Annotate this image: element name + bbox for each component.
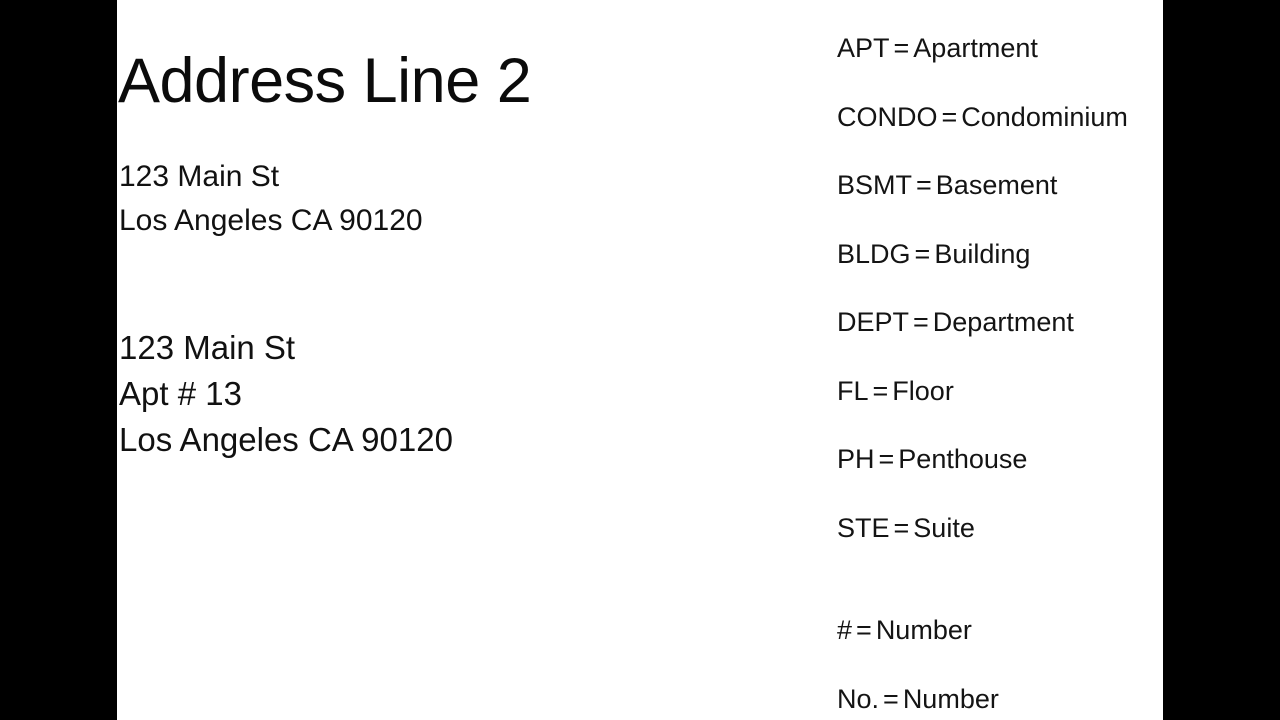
abbreviation-equals: = bbox=[914, 239, 931, 269]
left-content-column: Address Line 2 123 Main St Los Angeles C… bbox=[118, 0, 818, 720]
abbreviation-equals: = bbox=[878, 444, 895, 474]
abbreviation-equals: = bbox=[856, 615, 872, 645]
abbreviation-term: CONDO bbox=[837, 102, 938, 132]
abbreviation-definition: Building bbox=[934, 239, 1031, 269]
abbreviation-term: No. bbox=[837, 684, 880, 714]
address-line-street: 123 Main St bbox=[119, 329, 296, 366]
abbreviation-item-ste: STE = Suite bbox=[837, 513, 975, 543]
abbreviation-equals: = bbox=[893, 33, 910, 63]
abbreviation-definition: Number bbox=[875, 615, 972, 645]
abbreviation-item-fl: FL = Floor bbox=[837, 376, 954, 406]
abbreviation-definition: Floor bbox=[892, 376, 954, 406]
abbreviation-term: APT bbox=[837, 33, 890, 63]
abbreviation-term: # bbox=[837, 615, 853, 645]
address-line-street: 123 Main St bbox=[119, 160, 280, 193]
abbreviation-term: PH bbox=[837, 444, 875, 474]
abbreviation-equals: = bbox=[913, 307, 929, 337]
address-example-without-unit: 123 Main St Los Angeles CA 90120 bbox=[119, 155, 423, 243]
slide-canvas: Address Line 2 123 Main St Los Angeles C… bbox=[117, 0, 1163, 720]
abbreviation-item-dept: DEPT = Department bbox=[837, 307, 1074, 337]
abbreviation-item-hash: # = Number bbox=[837, 615, 972, 645]
address-line-unit: Apt # 13 bbox=[119, 375, 242, 412]
abbreviation-equals: = bbox=[883, 684, 899, 714]
abbreviation-definition: Penthouse bbox=[898, 444, 1028, 474]
abbreviation-item-no: No. = Number bbox=[837, 684, 999, 714]
letterbox-bar-right bbox=[1163, 0, 1280, 720]
abbreviation-equals: = bbox=[893, 513, 910, 543]
abbreviation-item-bldg: BLDG = Building bbox=[837, 239, 1030, 269]
letterbox-bar-left bbox=[0, 0, 117, 720]
abbreviation-definition: Condominium bbox=[961, 102, 1128, 132]
abbreviation-item-apt: APT = Apartment bbox=[837, 33, 1038, 63]
address-line-city-state-zip: Los Angeles CA 90120 bbox=[119, 421, 453, 458]
abbreviation-list: APT = Apartment CONDO = Condominium BSMT = Bas… bbox=[837, 0, 1163, 720]
abbreviation-definition: Suite bbox=[913, 513, 975, 543]
abbreviation-item-ph: PH = Penthouse bbox=[837, 444, 1027, 474]
address-line-city-state-zip: Los Angeles CA 90120 bbox=[119, 204, 423, 237]
page-title: Address Line 2 bbox=[118, 46, 532, 116]
abbreviation-definition: Number bbox=[902, 684, 999, 714]
abbreviation-term: DEPT bbox=[837, 307, 910, 337]
abbreviation-definition: Basement bbox=[935, 170, 1058, 200]
abbreviation-equals: = bbox=[872, 376, 889, 406]
abbreviation-equals: = bbox=[941, 102, 958, 132]
abbreviation-equals: = bbox=[916, 170, 932, 200]
abbreviation-term: FL bbox=[837, 376, 869, 406]
address-example-with-unit: 123 Main St Apt # 13 Los Angeles CA 9012… bbox=[119, 325, 453, 463]
abbreviation-term: BLDG bbox=[837, 239, 911, 269]
abbreviation-definition: Apartment bbox=[913, 33, 1038, 63]
abbreviation-term: BSMT bbox=[837, 170, 913, 200]
abbreviation-term: STE bbox=[837, 513, 890, 543]
abbreviation-item-condo: CONDO = Condominium bbox=[837, 102, 1128, 132]
slide-frame: Address Line 2 123 Main St Los Angeles C… bbox=[0, 0, 1280, 720]
abbreviation-definition: Department bbox=[932, 307, 1074, 337]
abbreviation-item-bsmt: BSMT = Basement bbox=[837, 170, 1057, 200]
